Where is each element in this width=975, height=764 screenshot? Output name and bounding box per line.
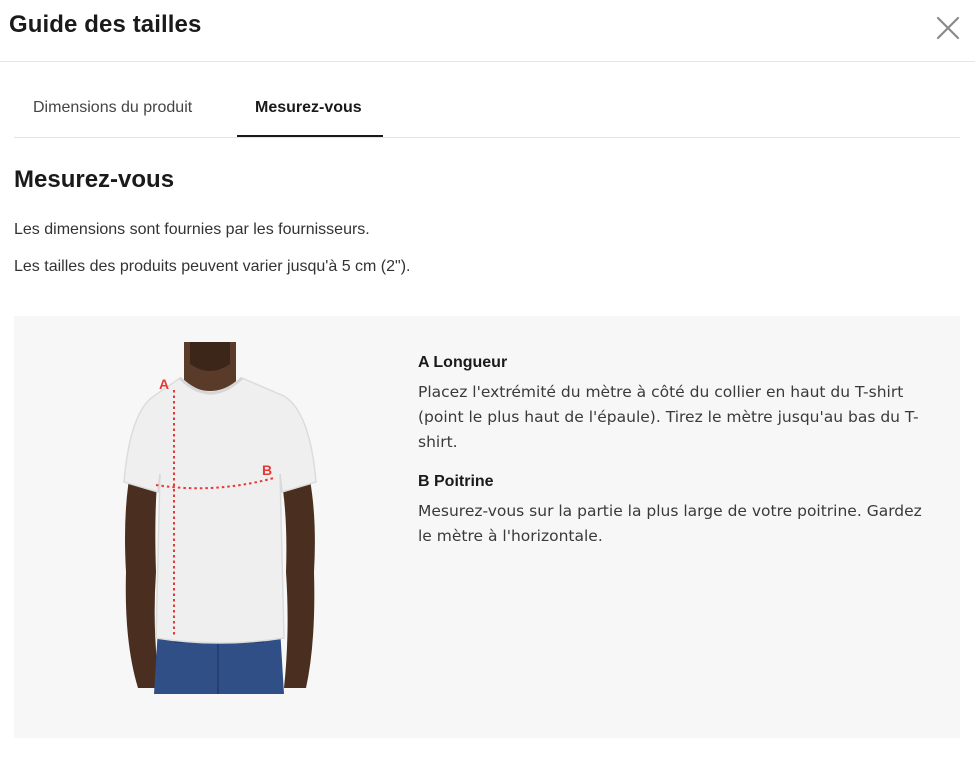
modal-title: Guide des tailles: [9, 11, 202, 38]
close-icon: [936, 16, 960, 40]
measure-panel: A B A Longueur Placez l'extrémité du mèt…: [14, 316, 960, 738]
measure-text-length: Placez l'extrémité du mètre à côté du co…: [418, 383, 919, 451]
measure-label-a: A: [159, 376, 169, 392]
note-variation: Les tailles des produits peuvent varier …: [14, 258, 411, 275]
measure-label-b: B: [262, 462, 272, 478]
size-guide-modal: Guide des tailles Dimensions du produit …: [0, 0, 975, 764]
measure-title-length: A Longueur: [418, 354, 508, 371]
tab-bar: Dimensions du produit Mesurez-vous: [14, 62, 960, 138]
tab-mesurez-vous[interactable]: Mesurez-vous: [255, 99, 362, 117]
note-dimensions: Les dimensions sont fournies par les fou…: [14, 221, 370, 238]
tshirt-model-illustration: A B: [123, 342, 317, 694]
section-title: Mesurez-vous: [14, 166, 175, 193]
active-tab-indicator: [237, 135, 383, 137]
measure-text-chest: Mesurez-vous sur la partie la plus large…: [418, 502, 922, 545]
tab-dimensions-du-produit[interactable]: Dimensions du produit: [33, 99, 192, 117]
measure-title-chest: B Poitrine: [418, 473, 494, 490]
measure-instructions: A Longueur Placez l'extrémité du mètre à…: [418, 354, 938, 567]
close-button[interactable]: [935, 15, 961, 41]
modal-header: Guide des tailles: [0, 0, 975, 62]
